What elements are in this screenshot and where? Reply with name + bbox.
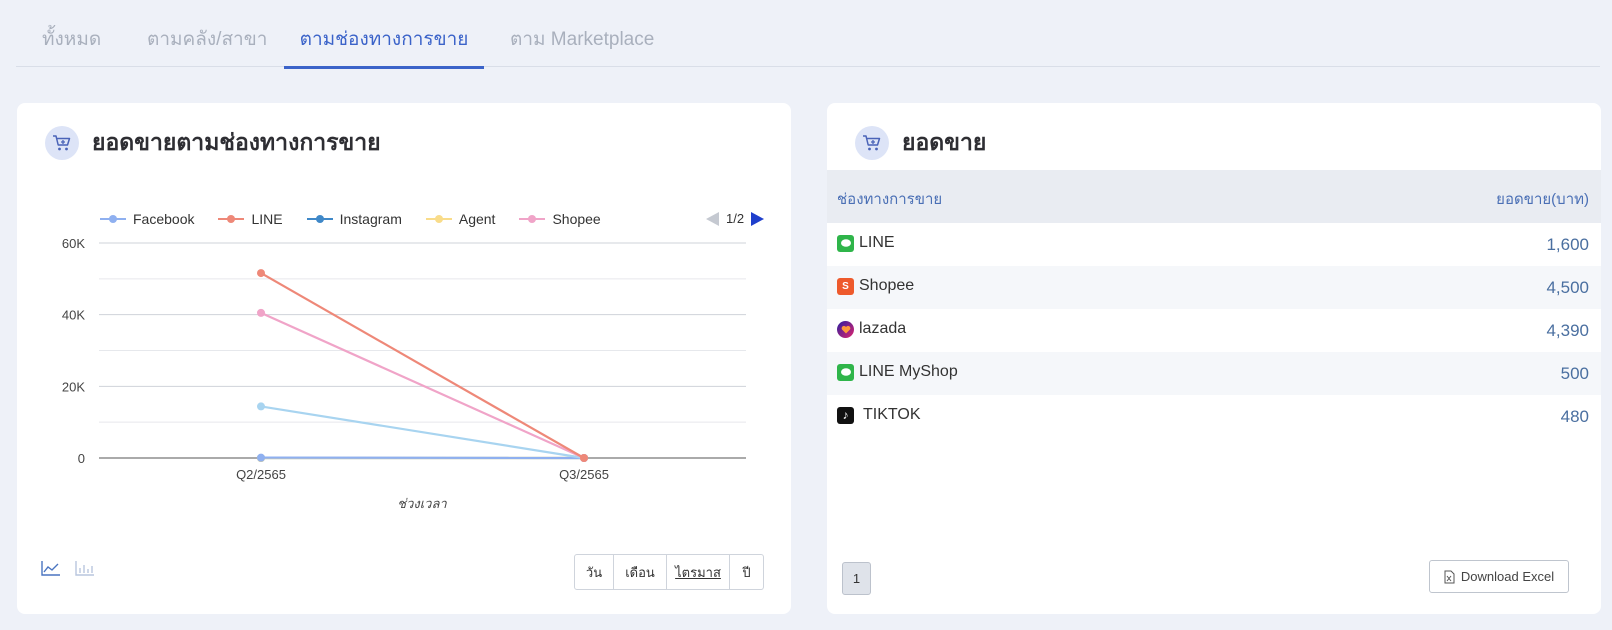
y-tick-label: 0 [78,451,85,466]
download-excel-button[interactable]: Download Excel [1429,560,1569,593]
tiktok-icon: ♪ [837,406,854,424]
table-row: LINE 1,600 [827,223,1601,266]
sales-table-card: ยอดขาย ช่องทางการขาย ยอดขาย(บาท) LINE 1,… [827,103,1601,614]
tab-all[interactable]: ทั้งหมด [42,0,101,67]
y-tick-label: 40K [62,308,85,323]
tab-bar: ทั้งหมด ตามคลัง/สาขา ตามช่องทางการขาย ตา… [16,0,1600,69]
table-row: ♪ TIKTOK 480 [827,395,1601,438]
channel-cell: LINE [837,234,895,252]
table-row: lazada 4,390 [827,309,1601,352]
active-tab-underline [284,66,484,69]
tab-by-sales-channel[interactable]: ตามช่องทางการขาย [284,0,484,69]
table-row: S Shopee 4,500 [827,266,1601,309]
sales-value: 1,600 [1546,235,1589,254]
y-tick-label: 20K [62,379,85,394]
line-chart: 0 20K 40K 60K Q2/2565 Q3/2565 ช่วงเวลา [62,236,746,511]
column-header-sales[interactable]: ยอดขาย(บาท) [1496,187,1589,211]
sales-value: 480 [1560,407,1589,426]
data-point [257,308,265,317]
cart-icon [855,126,889,160]
channel-name: Shopee [859,277,915,294]
excel-file-icon [1444,570,1455,583]
series-line [260,311,585,460]
table-row: LINE MyShop 500 [827,352,1601,395]
channel-cell: lazada [837,320,906,338]
chart-type-toggle [41,560,109,581]
channel-name: LINE MyShop [859,363,958,380]
x-axis-title: ช่วงเวลา [397,496,447,511]
y-tick-label: 60K [62,236,85,251]
download-excel-label: Download Excel [1460,569,1555,584]
sales-value: 500 [1560,364,1589,383]
period-selector: วัน เดือน ไตรมาส ปี [574,554,764,590]
lazada-icon [837,320,854,338]
sales-by-channel-card: ยอดขายตามช่องทางการขาย Facebook LINE Ins… [17,103,791,614]
tab-by-sales-channel-label: ตามช่องทางการขาย [299,29,469,50]
channel-name: lazada [859,320,907,337]
column-header-channel[interactable]: ช่องทางการขาย [837,187,942,211]
shopee-icon: S [837,277,854,295]
period-year-button[interactable]: ปี [730,555,763,589]
card-title: ยอดขาย [902,129,987,155]
x-tick-label: Q2/2565 [236,467,286,482]
data-point [257,453,265,462]
period-day-button[interactable]: วัน [575,555,614,589]
channel-cell: S Shopee [837,277,914,295]
series-line [260,405,585,460]
data-point [257,269,265,278]
series-line [260,272,585,459]
channel-cell: ♪ TIKTOK [837,406,921,424]
sales-value: 4,500 [1546,278,1589,297]
line-icon [837,363,854,381]
bar-chart-icon[interactable] [75,560,95,581]
channel-name: TIKTOK [863,406,921,423]
pagination-page-button[interactable]: 1 [842,562,871,595]
card-header: ยอดขาย [855,125,986,161]
tab-by-marketplace[interactable]: ตาม Marketplace [510,0,654,67]
period-quarter-button[interactable]: ไตรมาส [667,555,730,589]
period-month-button[interactable]: เดือน [614,555,667,589]
x-tick-label: Q3/2565 [559,467,609,482]
tab-by-warehouse[interactable]: ตามคลัง/สาขา [147,0,267,67]
channel-cell: LINE MyShop [837,363,958,381]
channel-name: LINE [859,234,895,251]
data-point [580,454,588,462]
sales-value: 4,390 [1546,321,1589,340]
line-icon [837,234,854,252]
table-header: ช่องทางการขาย ยอดขาย(บาท) [827,170,1601,223]
line-chart-icon[interactable] [41,560,61,581]
data-point [257,402,265,411]
